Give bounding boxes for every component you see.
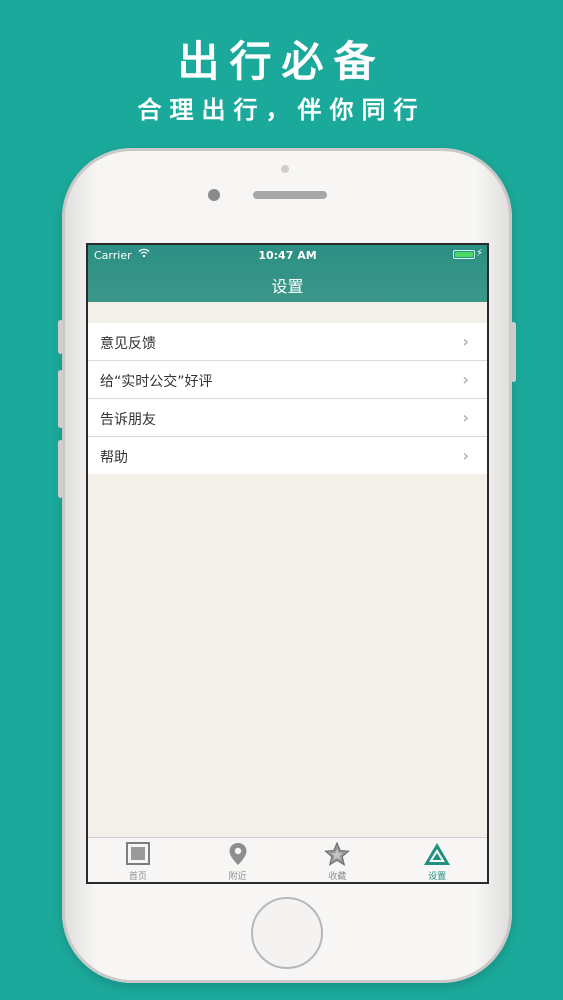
home-button[interactable] [251,897,323,969]
settings-list: 意见反馈 › 给“实时公交”好评 › 告诉朋友 › 帮助 › [88,323,487,474]
settings-item-label: 给“实时公交”好评 [100,374,213,390]
navigation-bar: Carrier 10:47 AM ⚡ 设置 [88,245,487,302]
mute-switch [58,320,63,354]
settings-item-label: 告诉朋友 [100,412,156,428]
volume-down-button [58,440,63,498]
tab-label: 收藏 [328,872,347,882]
tab-label: 设置 [428,872,447,882]
charging-bolt-icon: ⚡ [475,248,483,259]
front-camera [208,189,220,201]
promo-headline: 出行必备 [177,37,386,86]
settings-item-rate-app[interactable]: 给“实时公交”好评 › [88,361,487,399]
settings-item-label: 帮助 [100,450,128,466]
status-time: 10:47 AM [258,249,317,262]
settings-item-feedback[interactable]: 意见反馈 › [88,323,487,361]
tab-settings[interactable]: 设置 [387,838,487,882]
chevron-right-icon: › [462,332,469,351]
home-square-icon [125,842,150,865]
chevron-right-icon: › [462,370,469,389]
tab-nearby[interactable]: 附近 [188,838,288,882]
settings-item-help[interactable]: 帮助 › [88,437,487,474]
promo-subline: 合理出行，伴你同行 [137,96,426,124]
star-icon [324,842,351,866]
location-pin-icon [229,843,247,865]
app-screen: Carrier 10:47 AM ⚡ 设置 意见反馈 › 给“实时公交”好评 ›… [86,243,489,884]
earpiece-speaker [253,191,327,199]
volume-up-button [58,370,63,428]
tab-label: 附近 [228,872,247,882]
settings-item-label: 意见反馈 [100,336,156,352]
tab-home[interactable]: 首页 [88,838,188,882]
proximity-sensor [281,165,289,173]
tab-favorites[interactable]: 收藏 [288,838,388,882]
triangle-icon [424,843,451,865]
settings-item-tell-friends[interactable]: 告诉朋友 › [88,399,487,437]
battery-icon [453,250,475,259]
chevron-right-icon: › [462,408,469,427]
power-button [511,322,516,382]
status-bar: Carrier 10:47 AM ⚡ [88,245,487,265]
tab-label: 首页 [128,872,147,882]
nav-title: 设置 [271,277,304,296]
tab-bar: 首页 附近 收藏 设置 [88,837,487,882]
chevron-right-icon: › [462,446,469,465]
